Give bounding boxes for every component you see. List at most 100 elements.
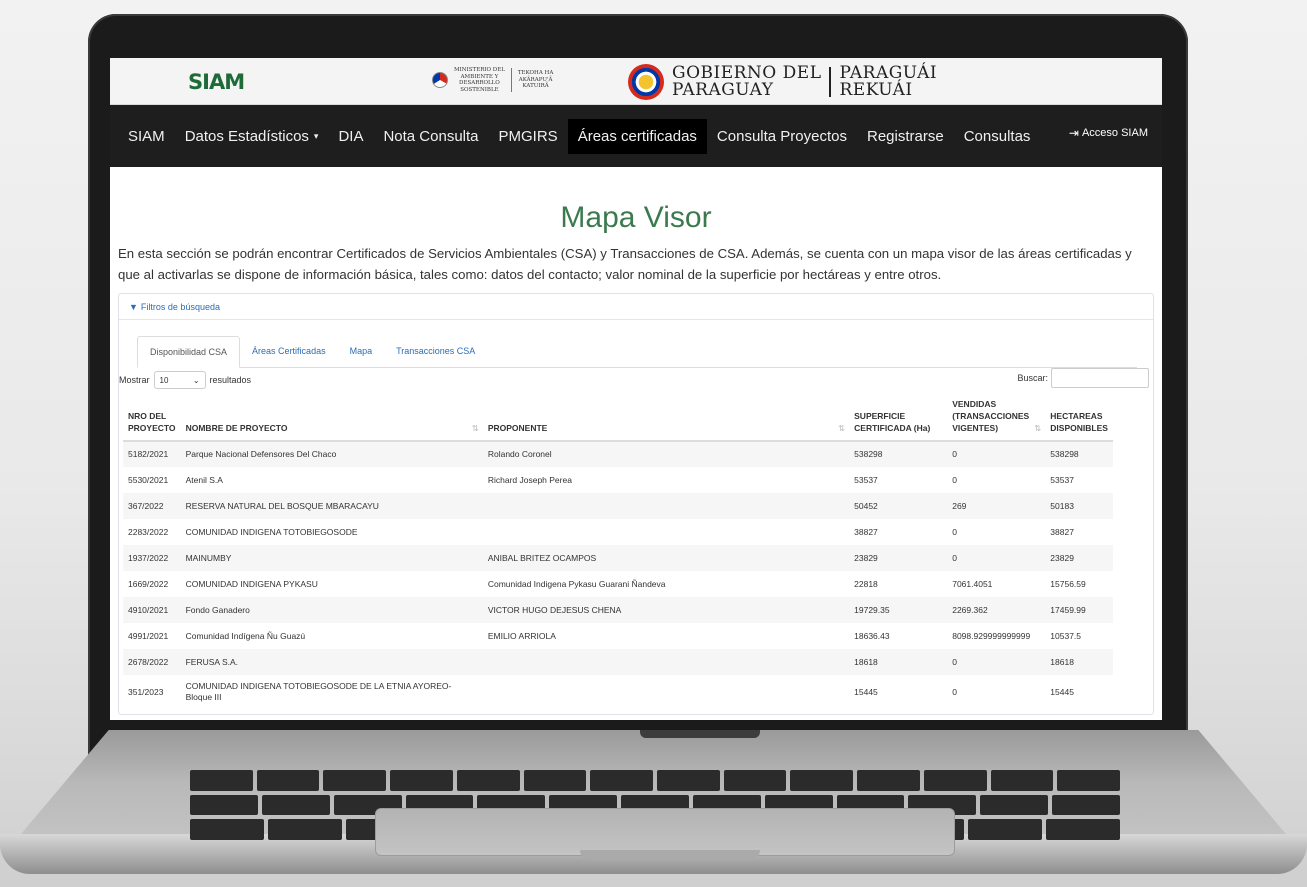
show-entries: Mostrar 10 ⌄ resultados bbox=[119, 371, 251, 389]
table-cell: 538298 bbox=[1045, 441, 1113, 467]
table-cell: 22818 bbox=[854, 578, 878, 589]
table-controls: Mostrar 10 ⌄ resultados Buscar: bbox=[119, 368, 1149, 390]
tab-disponibilidad-csa[interactable]: Disponibilidad CSA bbox=[137, 336, 241, 368]
table-cell: Atenil S.A bbox=[185, 474, 223, 485]
filter-panel: ▼ Filtros de búsqueda Disponibilidad CSA… bbox=[118, 293, 1154, 715]
table-cell: 5530/2021 bbox=[128, 474, 169, 485]
table-row: 4991/2021 Comunidad Indígena Ñu Guazú EMIL… bbox=[123, 623, 1113, 649]
nav-registrarse[interactable]: Registrarse bbox=[857, 119, 954, 154]
tab-areas-certificadas[interactable]: Áreas Certificadas bbox=[240, 336, 338, 367]
table-cell: 15445 bbox=[1050, 686, 1074, 697]
table-cell: 53537 bbox=[854, 474, 878, 485]
table-cell: 10537.5 bbox=[1050, 630, 1082, 641]
table-cell: 17459.99 bbox=[1045, 597, 1113, 623]
table-row: 2283/2022 COMUNIDAD INDIGENA TOTOBIEGOSOD… bbox=[123, 519, 1113, 545]
sort-icon: ⇅ bbox=[471, 423, 479, 433]
table-cell: 18618 bbox=[849, 649, 948, 675]
csa-table: NRO DEL PROYECTO NOMBRE DE PROYECTO ⇅ PRO… bbox=[123, 394, 1113, 709]
table-cell: VICTOR HUGO DEJESUS CHENA bbox=[482, 597, 850, 623]
nav-consulta-proyectos[interactable]: Consulta Proyectos bbox=[707, 119, 857, 154]
chevron-down-icon: ⌄ bbox=[192, 375, 200, 385]
nav-areas-certificadas[interactable]: Áreas certificadas bbox=[567, 118, 707, 154]
table-cell: COMUNIDAD INDIGENA PYKASU bbox=[185, 578, 318, 589]
table-cell: 8098.929999999999 bbox=[952, 630, 1031, 641]
col-proponente[interactable]: PROPONENTE ⇅ bbox=[482, 394, 850, 442]
table-row: 4910/2021 Fondo Ganadero VICTOR HUGO DEJES… bbox=[123, 597, 1113, 623]
table-cell: EMILIO ARRIOLA bbox=[487, 630, 556, 641]
table-cell: 0 bbox=[947, 649, 1046, 675]
table-row: 5182/2021 Parque Nacional Defensores Del … bbox=[123, 441, 1113, 467]
table-cell: 4910/2021 bbox=[123, 597, 181, 623]
siam-logo[interactable]: SIAM bbox=[188, 70, 245, 94]
page-title: Mapa Visor bbox=[560, 201, 712, 234]
table-cell: 15756.59 bbox=[1050, 578, 1086, 589]
table-cell: 0 bbox=[947, 545, 1046, 571]
table-cell: Comunidad Indígena Ñu Guazú bbox=[185, 630, 306, 641]
mades-logo-text-guarani: TEKOHA HA AKÃRAPU'Ã KATUIRÃ bbox=[517, 70, 554, 90]
page-length-select[interactable]: 10 ⌄ bbox=[153, 371, 206, 389]
table-cell: 15445 bbox=[854, 686, 878, 697]
table-body: 5182/2021 Parque Nacional Defensores Del … bbox=[123, 441, 1113, 709]
table-row: 351/2023 COMUNIDAD INDIGENA TOTOBIEGOSODE… bbox=[123, 675, 1113, 709]
nav-pmgirs[interactable]: PMGIRS bbox=[489, 119, 568, 154]
table-cell: 50183 bbox=[1045, 493, 1113, 519]
main-navbar: SIAM Datos Estadísticos ▾ DIA Nota Consul… bbox=[110, 105, 1162, 167]
table-cell: 0 bbox=[952, 686, 957, 697]
table-cell: COMUNIDAD INDIGENA TOTOBIEGOSODE bbox=[185, 526, 358, 537]
table-row: 2678/2022 FERUSA S.A. 18618 0 18618 bbox=[123, 649, 1113, 675]
col-superficie[interactable]: SUPERFICIE CERTIFICADA (Ha) bbox=[849, 394, 948, 442]
paraguay-seal-icon bbox=[628, 64, 664, 100]
nav-datos-estadisticos[interactable]: Datos Estadísticos ▾ bbox=[175, 119, 329, 154]
table-cell: FERUSA S.A. bbox=[180, 649, 483, 675]
nav-siam[interactable]: SIAM bbox=[118, 119, 175, 154]
search-box: Buscar: bbox=[1017, 368, 1149, 388]
table-row: 1937/2022 MAINUMBY ANIBAL BRITEZ OCAMPOS 23… bbox=[123, 545, 1113, 571]
table-cell: 5182/2021 bbox=[123, 441, 181, 467]
caret-down-icon: ▾ bbox=[313, 130, 319, 141]
table-cell: 7061.4051 bbox=[952, 578, 993, 589]
tab-mapa[interactable]: Mapa bbox=[338, 336, 385, 367]
tab-transacciones-csa[interactable]: Transacciones CSA bbox=[384, 336, 487, 367]
table-cell: RESERVA NATURAL DEL BOSQUE MBARACAYU bbox=[180, 493, 483, 519]
table-cell: 18618 bbox=[1045, 649, 1113, 675]
table-cell: MAINUMBY bbox=[180, 545, 483, 571]
table-cell bbox=[482, 493, 850, 519]
table-cell: 538298 bbox=[849, 441, 948, 467]
browser-screen: SIAM MINISTERIO DEL AMBIENTE Y DESARROLL… bbox=[110, 58, 1162, 720]
table-cell: Rolando Coronel bbox=[482, 441, 850, 467]
col-vendidas[interactable]: VENDIDAS (TRANSACCIONES VIGENTES) ⇅ bbox=[947, 394, 1046, 442]
filter-toggle[interactable]: ▼ Filtros de búsqueda bbox=[119, 294, 1153, 320]
col-nro-proyecto[interactable]: NRO DEL PROYECTO bbox=[123, 394, 181, 442]
nav-consultas[interactable]: Consultas bbox=[954, 119, 1041, 154]
search-input[interactable] bbox=[1051, 368, 1149, 388]
table-cell: 53537 bbox=[1050, 474, 1074, 485]
trackpad bbox=[375, 808, 955, 856]
mades-logo-text: MINISTERIO DEL AMBIENTE Y DESARROLLO SOS… bbox=[454, 67, 505, 93]
table-row: 5530/2021 Atenil S.A Richard Joseph Perea 5… bbox=[123, 467, 1113, 493]
col-hectareas[interactable]: HECTAREAS DISPONIBLES bbox=[1045, 394, 1113, 442]
table-cell: 1937/2022 bbox=[123, 545, 181, 571]
login-link[interactable]: ⇥ Acceso SIAM bbox=[1069, 126, 1148, 140]
table-cell: Fondo Ganadero bbox=[180, 597, 483, 623]
main-content: Mapa Visor En esta sección se podrán enc… bbox=[110, 201, 1162, 715]
table-cell: 351/2023 bbox=[128, 686, 164, 697]
table-cell: Comunidad Indigena Pykasu Guarani Ñandev… bbox=[487, 578, 666, 589]
table-cell: 38827 bbox=[854, 526, 878, 537]
table-cell: ANIBAL BRITEZ OCAMPOS bbox=[482, 545, 850, 571]
table-cell: 0 bbox=[952, 474, 957, 485]
site-header: SIAM MINISTERIO DEL AMBIENTE Y DESARROLL… bbox=[110, 58, 1162, 105]
nav-nota-consulta[interactable]: Nota Consulta bbox=[373, 119, 488, 154]
table-cell: 2678/2022 bbox=[123, 649, 181, 675]
mades-logo: MINISTERIO DEL AMBIENTE Y DESARROLLO SOS… bbox=[432, 67, 553, 93]
table-cell bbox=[482, 649, 850, 675]
filter-icon: ▼ bbox=[129, 301, 138, 312]
col-nombre-proyecto[interactable]: NOMBRE DE PROYECTO ⇅ bbox=[180, 394, 483, 442]
nav-dia[interactable]: DIA bbox=[328, 119, 373, 154]
sort-icon: ⇅ bbox=[1034, 423, 1042, 433]
sort-icon: ⇅ bbox=[838, 423, 846, 433]
gobierno-logo: GOBIERNO DEL PARAGUAY PARAGUÁI REKUÁI bbox=[628, 64, 937, 100]
table-cell: 269 bbox=[947, 493, 1046, 519]
gobierno-text-guarani: PARAGUÁI REKUÁI bbox=[839, 63, 938, 100]
table-cell: COMUNIDAD INDIGENA TOTOBIEGOSODE DE LA E… bbox=[185, 681, 452, 702]
table-row: 1669/2022 COMUNIDAD INDIGENA PYKASU Comuni… bbox=[123, 571, 1113, 597]
